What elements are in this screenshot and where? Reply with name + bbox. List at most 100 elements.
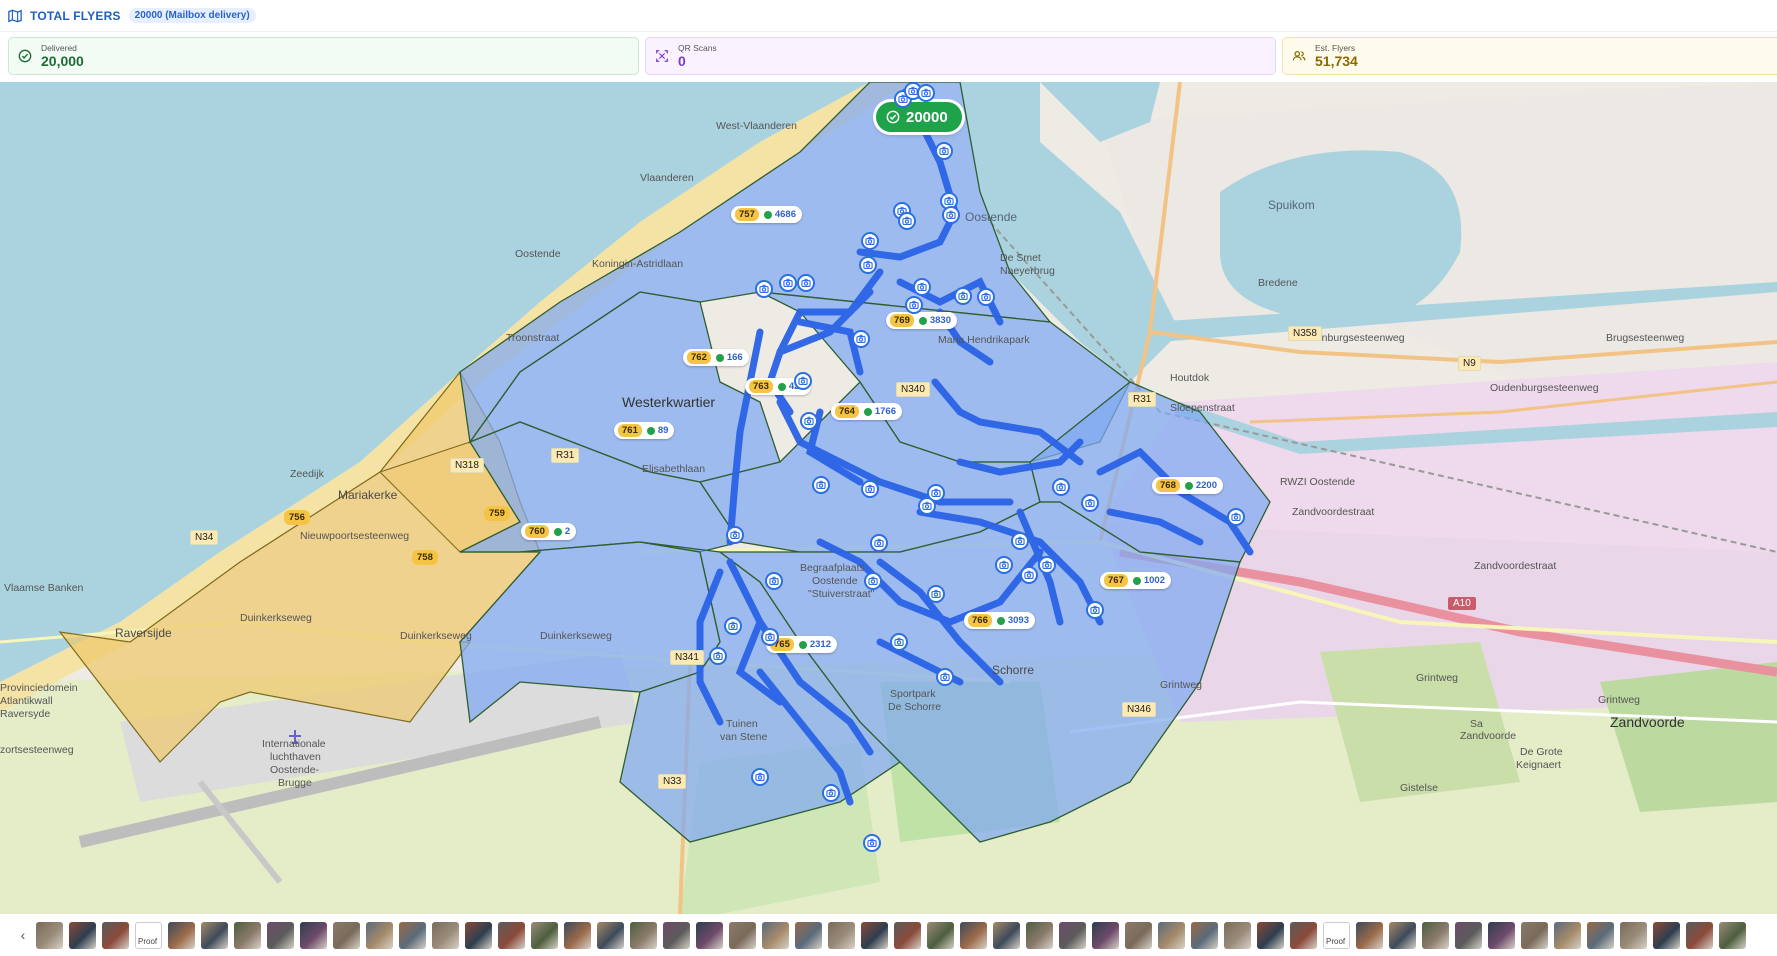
photo-thumbnail[interactable] [1620,921,1647,949]
photo-thumbnail[interactable] [1158,921,1185,949]
photo-thumbnail[interactable] [1356,921,1383,949]
photo-thumbnail[interactable] [1059,921,1086,949]
photo-thumbnail[interactable] [1686,921,1713,949]
camera-marker[interactable] [794,372,812,390]
photo-thumbnail[interactable] [729,921,756,949]
photo-thumbnail[interactable] [696,921,723,949]
camera-marker[interactable] [724,617,742,635]
photo-thumbnail[interactable] [399,921,426,949]
camera-marker[interactable] [942,206,960,224]
photo-thumbnail[interactable] [564,921,591,949]
photo-thumbnail[interactable] [168,921,195,949]
camera-marker[interactable] [936,668,954,686]
camera-marker[interactable] [859,256,877,274]
camera-marker[interactable] [1011,532,1029,550]
camera-marker[interactable] [779,274,797,292]
photo-thumbnail[interactable] [1224,921,1251,949]
photo-thumbnail[interactable] [597,921,624,949]
zone-pill[interactable]: 767 1002 [1100,572,1171,589]
photo-thumbnail[interactable] [1389,921,1416,949]
camera-marker[interactable] [864,572,882,590]
photo-thumbnail[interactable] [663,921,690,949]
camera-marker[interactable] [913,278,931,296]
photo-thumbnail[interactable] [465,921,492,949]
photo-thumbnail[interactable] [366,921,393,949]
camera-marker[interactable] [726,526,744,544]
photo-thumbnail[interactable] [1125,921,1152,949]
camera-marker[interactable] [709,647,727,665]
photo-thumbnail[interactable] [1719,921,1746,949]
camera-marker[interactable] [751,768,769,786]
camera-marker[interactable] [870,534,888,552]
camera-marker[interactable] [822,784,840,802]
photo-thumbnail[interactable] [234,921,261,949]
zone-number-unserved[interactable]: 759 [484,506,510,521]
zone-pill[interactable]: 761 89 [614,422,675,439]
photo-thumbnail[interactable] [201,921,228,949]
camera-marker[interactable] [1081,494,1099,512]
photo-thumbnail[interactable] [1191,921,1218,949]
photo-thumbnail[interactable] [894,921,921,949]
camera-marker[interactable] [1020,566,1038,584]
zone-number-unserved[interactable]: 758 [412,550,438,565]
photo-thumbnail[interactable] [333,921,360,949]
photo-thumbnail[interactable] [993,921,1020,949]
camera-marker[interactable] [852,330,870,348]
photo-thumbnail[interactable] [1092,921,1119,949]
zone-pill[interactable]: 760 2 [521,523,577,540]
photo-thumbnail[interactable] [960,921,987,949]
delivery-map[interactable]: Westerkwartier Mariakerke Raversijde Oos… [0,82,1777,914]
photo-thumbnail[interactable] [69,921,96,949]
photo-thumbnail[interactable] [432,921,459,949]
chevron-left-icon[interactable]: ‹ [16,925,30,945]
photo-thumbnail[interactable] [267,921,294,949]
zone-number-unserved[interactable]: 756 [284,510,310,525]
camera-marker[interactable] [861,480,879,498]
photo-thumbnail[interactable] [762,921,789,949]
camera-marker[interactable] [1052,478,1070,496]
camera-marker[interactable] [800,412,818,430]
photo-thumbnail[interactable] [1290,921,1317,949]
camera-marker[interactable] [935,142,953,160]
camera-marker[interactable] [918,497,936,515]
zone-pill[interactable]: 762 166 [683,349,749,366]
camera-marker[interactable] [977,288,995,306]
camera-marker[interactable] [927,585,945,603]
camera-marker[interactable] [905,296,923,314]
camera-marker[interactable] [863,834,881,852]
zone-pill[interactable]: 768 2200 [1152,477,1223,494]
photo-thumbnail[interactable] [1587,921,1614,949]
photo-thumbnail[interactable] [1257,921,1284,949]
photo-thumbnail[interactable] [300,921,327,949]
camera-marker[interactable] [917,84,935,102]
proof-thumbnail[interactable]: Proof [1323,921,1350,949]
zone-pill[interactable]: 769 3830 [886,312,957,329]
photo-thumbnail[interactable] [1026,921,1053,949]
camera-marker[interactable] [765,572,783,590]
camera-marker[interactable] [898,212,916,230]
camera-marker[interactable] [1227,508,1245,526]
photo-thumbnail[interactable] [828,921,855,949]
photo-thumbnail[interactable] [531,921,558,949]
camera-marker[interactable] [1038,556,1056,574]
zone-pill[interactable]: 764 1766 [831,403,902,420]
camera-marker[interactable] [797,274,815,292]
proof-thumbnail[interactable]: Proof [135,921,162,949]
photo-thumbnail[interactable] [1653,921,1680,949]
camera-marker[interactable] [890,633,908,651]
camera-marker[interactable] [1086,601,1104,619]
photo-thumbnail[interactable] [1488,921,1515,949]
camera-marker[interactable] [761,628,779,646]
camera-marker[interactable] [954,287,972,305]
photo-thumbnail[interactable] [861,921,888,949]
photo-thumbnail[interactable] [1422,921,1449,949]
camera-marker[interactable] [755,280,773,298]
photo-thumbnail[interactable] [795,921,822,949]
camera-marker[interactable] [995,556,1013,574]
photo-thumbnail[interactable] [36,921,63,949]
photo-thumbnail[interactable] [498,921,525,949]
photo-thumbnail[interactable] [1455,921,1482,949]
photo-thumbnail[interactable] [1554,921,1581,949]
camera-marker[interactable] [812,476,830,494]
camera-marker[interactable] [861,232,879,250]
